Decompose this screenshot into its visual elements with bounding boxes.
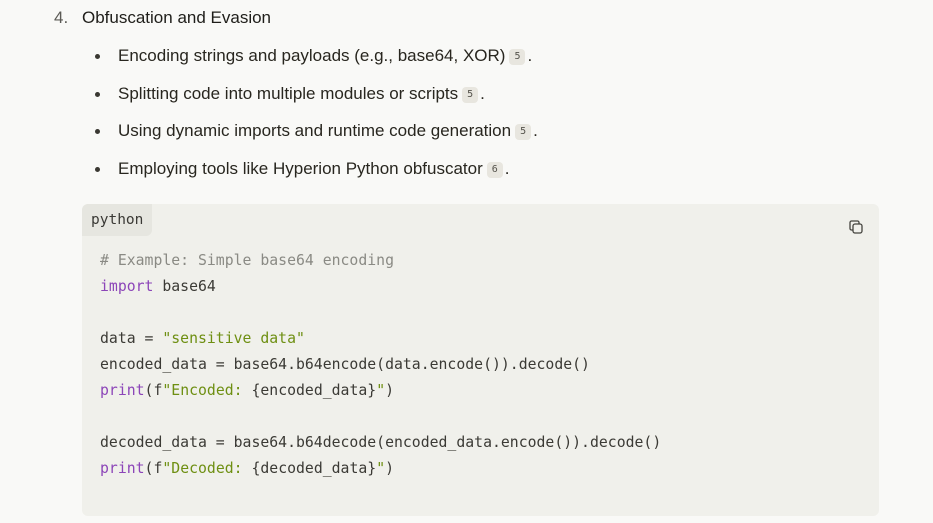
copy-icon[interactable]	[848, 219, 864, 235]
code-line: decoded_data = base64.b64decode(encoded_…	[100, 434, 662, 451]
list-item-text: Splitting code into multiple modules or …	[118, 83, 459, 103]
list-item-text: Using dynamic imports and runtime code g…	[118, 121, 512, 140]
list-item-punct: .	[533, 121, 538, 140]
bullet-list: Encoding strings and payloads (e.g., bas…	[92, 44, 538, 194]
citation-badge[interactable]: 5	[515, 124, 532, 140]
code-content: # Example: Simple base64 encoding import …	[100, 248, 661, 482]
list-item-punct: .	[480, 83, 485, 103]
list-item: Using dynamic imports and runtime code g…	[92, 119, 538, 143]
code-line: print(f"Decoded: {decoded_data}")	[100, 460, 395, 477]
code-line: print(f"Encoded: {encoded_data}")	[100, 382, 395, 399]
code-line: import base64	[100, 278, 216, 295]
list-item-punct: .	[527, 46, 533, 65]
code-line: encoded_data = base64.b64encode(data.enc…	[100, 356, 590, 373]
section-number: 4.	[54, 8, 69, 27]
list-item-punct: .	[504, 158, 510, 178]
citation-badge[interactable]: 5	[509, 49, 526, 65]
section-heading: 4. Obfuscation and Evasion	[54, 6, 271, 30]
code-line: data = "sensitive data"	[100, 330, 305, 347]
citation-badge[interactable]: 5	[462, 86, 479, 103]
code-language-label: python	[82, 204, 153, 236]
list-item: Employing tools like Hyperion Python obf…	[92, 157, 538, 181]
list-item-text: Employing tools like Hyperion Python obf…	[118, 158, 483, 178]
citation-badge[interactable]: 6	[486, 161, 503, 178]
section-title: Obfuscation and Evasion	[82, 8, 272, 27]
list-item: Encoding strings and payloads (e.g., bas…	[92, 44, 538, 68]
list-item-text: Encoding strings and payloads (e.g., bas…	[118, 46, 506, 65]
code-line: # Example: Simple base64 encoding	[100, 252, 394, 269]
code-block: python # Example: Simple base64 encoding…	[82, 204, 879, 516]
list-item: Splitting code into multiple modules or …	[92, 82, 538, 106]
